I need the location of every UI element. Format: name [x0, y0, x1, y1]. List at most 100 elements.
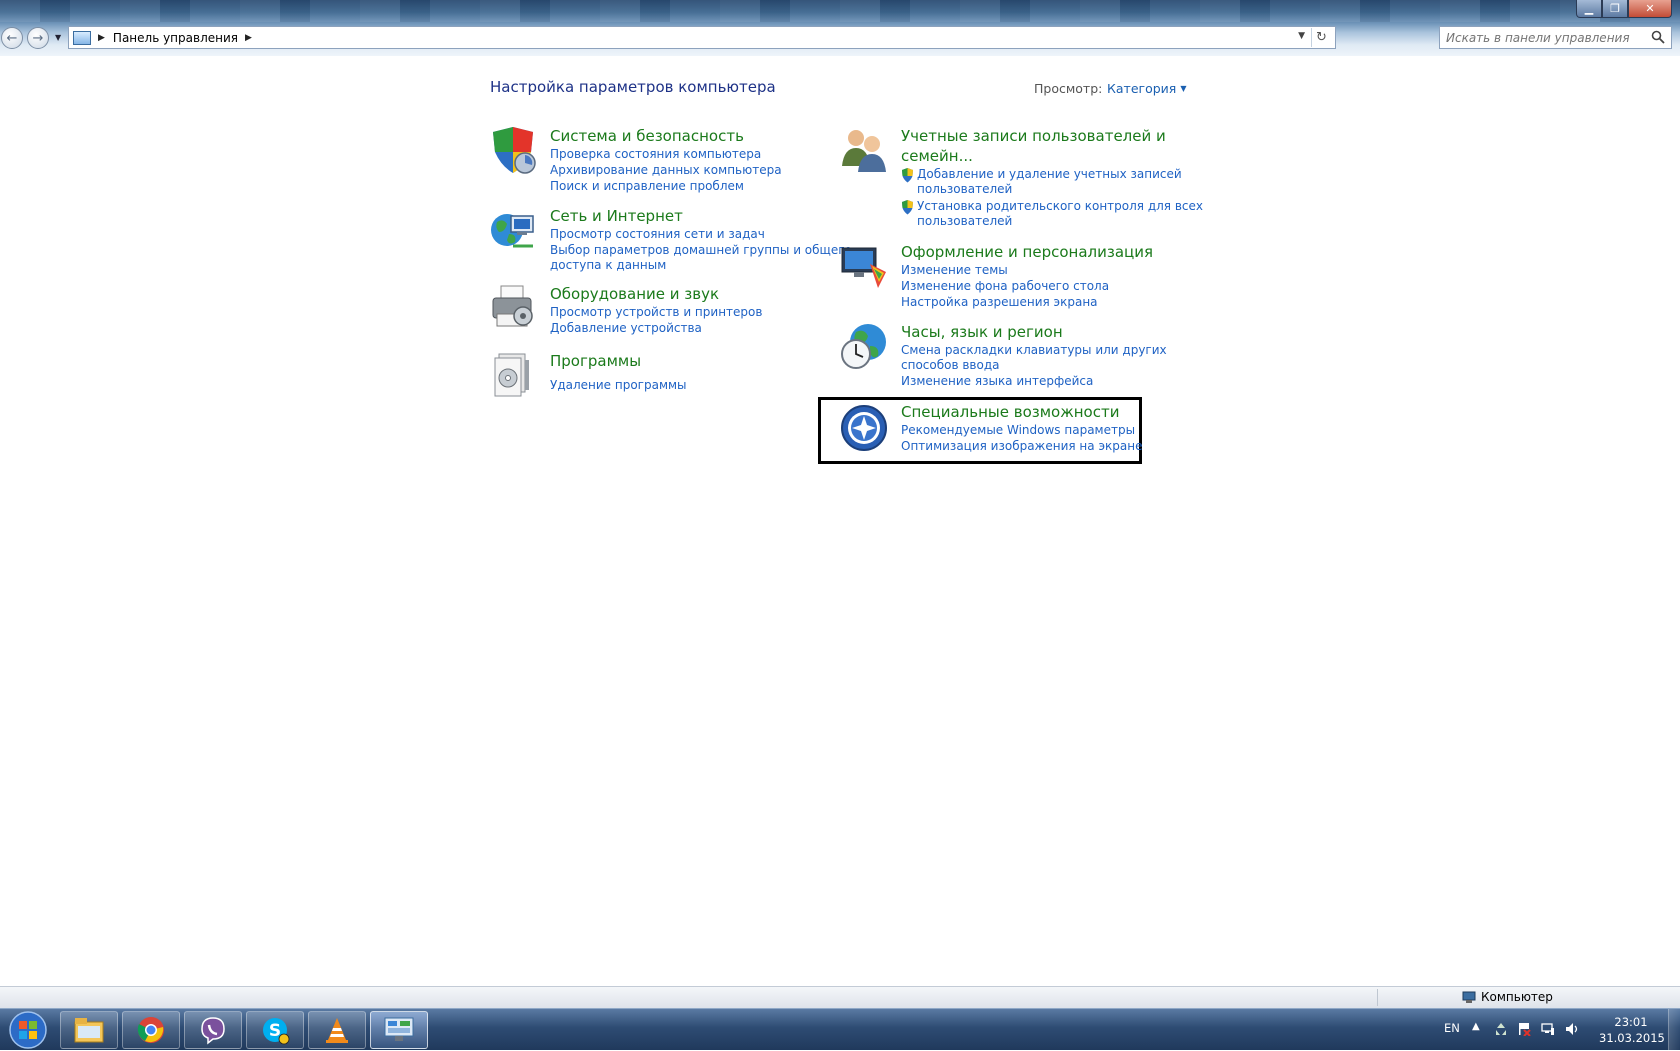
- restore-icon: ❐: [1610, 2, 1620, 15]
- forward-button[interactable]: →: [27, 27, 49, 49]
- category-title[interactable]: Специальные возможности: [901, 402, 1119, 422]
- back-button[interactable]: ←: [1, 27, 23, 49]
- blurred-background: [0, 0, 1680, 22]
- category-title-line[interactable]: семейн...: [901, 146, 973, 166]
- minimize-icon: ▁: [1584, 2, 1594, 15]
- taskbar-vlc[interactable]: [308, 1011, 366, 1049]
- address-bar[interactable]: ▶ Панель управления ▶ ▼ ↻: [68, 26, 1336, 49]
- uac-shield-icon: [902, 168, 913, 183]
- recycle-tray-icon[interactable]: [1494, 1022, 1508, 1036]
- personalization-icon[interactable]: [840, 242, 888, 290]
- category-link[interactable]: Выбор параметров домашней группы и общег…: [550, 243, 852, 258]
- category-title-line[interactable]: Учетные записи пользователей и: [901, 126, 1166, 146]
- taskbar-explorer[interactable]: [60, 1011, 118, 1049]
- taskbar-skype[interactable]: S: [246, 1011, 304, 1049]
- viber-icon: [201, 1017, 225, 1045]
- restore-button[interactable]: ❐: [1602, 0, 1628, 18]
- category-title[interactable]: Оборудование и звук: [550, 284, 719, 304]
- category-link[interactable]: Изменение фона рабочего стола: [901, 279, 1109, 294]
- language-indicator[interactable]: EN: [1444, 1021, 1460, 1035]
- uac-shield-icon: [902, 200, 913, 215]
- category-link[interactable]: Поиск и исправление проблем: [550, 179, 744, 194]
- chrome-icon: [137, 1017, 164, 1043]
- window-controls: ▁ ❐ ✕: [1576, 0, 1672, 18]
- status-bar: Компьютер: [0, 986, 1680, 1008]
- address-dropdown-icon[interactable]: ▼: [1298, 31, 1305, 41]
- volume-icon[interactable]: [1565, 1022, 1579, 1036]
- category-link[interactable]: пользователей: [917, 214, 1012, 229]
- category-link[interactable]: Удаление программы: [550, 378, 687, 393]
- breadcrumb-separator-icon[interactable]: ▶: [98, 33, 105, 43]
- refresh-button[interactable]: ↻: [1311, 28, 1331, 47]
- close-button[interactable]: ✕: [1628, 0, 1672, 18]
- category-title[interactable]: Оформление и персонализация: [901, 242, 1153, 262]
- category-accessibility: Специальные возможности Рекомендуемые Wi…: [840, 402, 1142, 456]
- action-center-flag-icon[interactable]: [1517, 1022, 1531, 1036]
- category-link[interactable]: Оптимизация изображения на экране: [901, 439, 1142, 454]
- category-title[interactable]: Программы: [550, 351, 641, 371]
- category-title[interactable]: Система и безопасность: [550, 126, 744, 146]
- category-link[interactable]: доступа к данным: [550, 258, 666, 273]
- network-tray-icon[interactable]: [1541, 1022, 1555, 1036]
- minimize-button[interactable]: ▁: [1576, 0, 1602, 18]
- category-link[interactable]: Проверка состояния компьютера: [550, 147, 761, 162]
- category-link[interactable]: Добавление устройства: [550, 321, 702, 336]
- taskbar-viber[interactable]: [184, 1011, 242, 1049]
- category-link[interactable]: Изменение языка интерфейса: [901, 374, 1093, 389]
- recent-pages-dropdown[interactable]: ▼: [55, 33, 61, 42]
- category-link[interactable]: Добавление и удаление учетных записей: [917, 167, 1182, 182]
- category-clock-region: Часы, язык и регион Смена раскладки клав…: [840, 322, 1180, 388]
- search-icon[interactable]: [1651, 30, 1665, 44]
- users-icon[interactable]: [840, 126, 888, 174]
- category-personalization: Оформление и персонализация Изменение те…: [840, 242, 1180, 310]
- category-link[interactable]: Смена раскладки клавиатуры или других: [901, 343, 1167, 358]
- computer-icon: [1462, 991, 1476, 1003]
- search-box[interactable]: [1439, 26, 1672, 49]
- taskbar: S EN ▲ 23:01 31.03.2015: [0, 1008, 1680, 1051]
- category-link[interactable]: Установка родительского контроля для все…: [917, 199, 1203, 214]
- accessibility-icon[interactable]: [840, 404, 888, 452]
- category-link[interactable]: пользователей: [917, 182, 1012, 197]
- control-panel-icon: [73, 30, 91, 45]
- category-title[interactable]: Сеть и Интернет: [550, 206, 683, 226]
- show-desktop-button[interactable]: [1668, 1009, 1680, 1051]
- category-title[interactable]: Часы, язык и регион: [901, 322, 1063, 342]
- category-link[interactable]: Просмотр состояния сети и задач: [550, 227, 765, 242]
- window-glass-frame: ▁ ❐ ✕ ← → ▼ ▶ Панель управления ▶ ▼ ↻: [0, 0, 1680, 56]
- clock-date[interactable]: 31.03.2015: [1599, 1031, 1665, 1045]
- category-network-internet: Сеть и Интернет Просмотр состояния сети …: [489, 206, 852, 276]
- category-system-security: Система и безопасность Проверка состояни…: [489, 126, 829, 196]
- forward-arrow-icon: →: [32, 30, 44, 46]
- breadcrumb-separator-icon[interactable]: ▶: [245, 33, 252, 43]
- view-value: Категория: [1107, 81, 1177, 96]
- vlc-icon: [326, 1018, 348, 1043]
- navigation-bar: ← → ▼ ▶ Панель управления ▶ ▼ ↻: [0, 24, 1680, 51]
- start-button[interactable]: [4, 1010, 52, 1050]
- skype-icon: S: [263, 1018, 290, 1045]
- category-link[interactable]: способов ввода: [901, 358, 1000, 373]
- taskbar-chrome[interactable]: [122, 1011, 180, 1049]
- clock-globe-icon[interactable]: [840, 322, 888, 370]
- category-link[interactable]: Изменение темы: [901, 263, 1008, 278]
- category-link[interactable]: Архивирование данных компьютера: [550, 163, 782, 178]
- category-link[interactable]: Просмотр устройств и принтеров: [550, 305, 762, 320]
- search-input[interactable]: [1446, 30, 1642, 45]
- status-divider: [1377, 989, 1378, 1006]
- programs-icon[interactable]: [489, 350, 537, 398]
- category-link[interactable]: Настройка разрешения экрана: [901, 295, 1098, 310]
- control-panel-icon: [384, 1017, 414, 1041]
- taskbar-control-panel[interactable]: [370, 1011, 428, 1049]
- view-by-dropdown[interactable]: Категория ▼: [1107, 81, 1186, 96]
- clock-time[interactable]: 23:01: [1601, 1015, 1661, 1029]
- network-globe-icon[interactable]: [489, 206, 537, 254]
- category-user-accounts: Учетные записи пользователей и семейн...…: [840, 126, 1203, 229]
- back-arrow-icon: ←: [6, 30, 18, 46]
- refresh-icon: ↻: [1316, 30, 1327, 45]
- printer-icon[interactable]: [489, 284, 537, 332]
- show-hidden-icons-icon[interactable]: ▲: [1472, 1021, 1486, 1035]
- view-label: Просмотр:: [1034, 81, 1103, 96]
- close-icon: ✕: [1645, 2, 1655, 15]
- breadcrumb-control-panel[interactable]: Панель управления: [113, 31, 238, 45]
- category-link[interactable]: Рекомендуемые Windows параметры: [901, 423, 1135, 438]
- shield-icon[interactable]: [489, 126, 537, 174]
